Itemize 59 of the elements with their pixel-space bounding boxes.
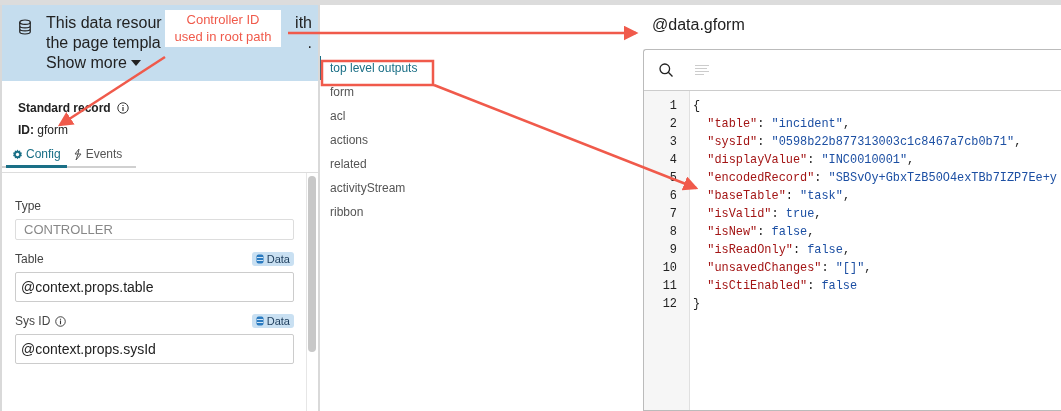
input-field[interactable]: @context.props.sysId [15, 334, 294, 364]
output-item[interactable]: related [320, 152, 643, 176]
line-number: 9 [668, 242, 678, 259]
line-number: 2 [668, 116, 678, 133]
input-field[interactable]: @context.props.table [15, 272, 294, 302]
database-icon [255, 316, 264, 326]
line-number: 8 [668, 224, 678, 241]
line-number: 6 [668, 188, 678, 205]
banner-text: the page templa [46, 33, 161, 53]
code-line: "isReadOnly": false, [706, 242, 851, 259]
line-number: 7 [668, 206, 678, 223]
output-item[interactable]: form [320, 80, 643, 104]
tab[interactable]: Config [6, 147, 67, 168]
format-icon[interactable] [695, 65, 709, 75]
line-number: 5 [668, 170, 678, 187]
info-icon [55, 315, 67, 327]
output-item[interactable]: acl [320, 104, 643, 128]
code-line: "isNew": false, [706, 224, 816, 241]
search-icon[interactable] [659, 63, 673, 77]
code-line: { [693, 98, 702, 115]
code-line: } [693, 296, 702, 313]
output-item[interactable]: top level outputs [320, 56, 643, 80]
code-line: "isCtiEnabled": false [706, 278, 859, 295]
scrollbar-thumb[interactable] [308, 176, 316, 352]
banner-text: ith [295, 13, 312, 33]
line-number: 11 [661, 278, 678, 295]
field-label: Sys ID [15, 314, 51, 328]
database-icon [255, 254, 264, 264]
data-binding-button[interactable]: Data [251, 314, 294, 328]
banner-text: This data resour [46, 13, 162, 33]
callout-label: Controller ID used in root path [165, 10, 281, 47]
output-item[interactable]: activityStream [320, 176, 643, 200]
gear-icon [12, 148, 23, 160]
bolt-icon [72, 148, 83, 160]
line-number: 10 [661, 260, 678, 277]
line-number: 12 [661, 296, 678, 313]
code-line: "isValid": true, [706, 206, 823, 223]
field-label: Table [15, 252, 44, 266]
line-number: 3 [668, 134, 678, 151]
show-more-link[interactable]: Show more [46, 53, 141, 73]
code-line: "baseTable": "task", [706, 188, 851, 205]
caret-icon [130, 60, 141, 66]
info-icon [116, 102, 129, 114]
banner-text: . [307, 33, 312, 53]
code-line: "table": "incident", [706, 116, 851, 133]
tab[interactable]: Events [66, 147, 129, 168]
database-icon [18, 19, 32, 35]
line-number: 4 [668, 152, 678, 169]
output-item[interactable]: actions [320, 128, 643, 152]
field-label: Type [15, 199, 41, 213]
record-id: ID: gform [18, 123, 69, 137]
data-binding-button[interactable]: Data [251, 252, 294, 266]
line-number: 1 [668, 98, 678, 115]
output-item[interactable]: ribbon [320, 200, 643, 224]
code-line: "unsavedChanges": "[]", [706, 260, 873, 277]
code-line: "displayValue": "INC0010001", [706, 152, 916, 169]
code-line: "encodedRecord": "SBSvOy+GbxTzB50O4exTBb7IZP7Ee+y [706, 170, 1058, 187]
code-line: "sysId": "0598b22b877313003c1c8467a7cb0b71", [706, 134, 1023, 151]
output-title: @data.gform [651, 15, 746, 35]
